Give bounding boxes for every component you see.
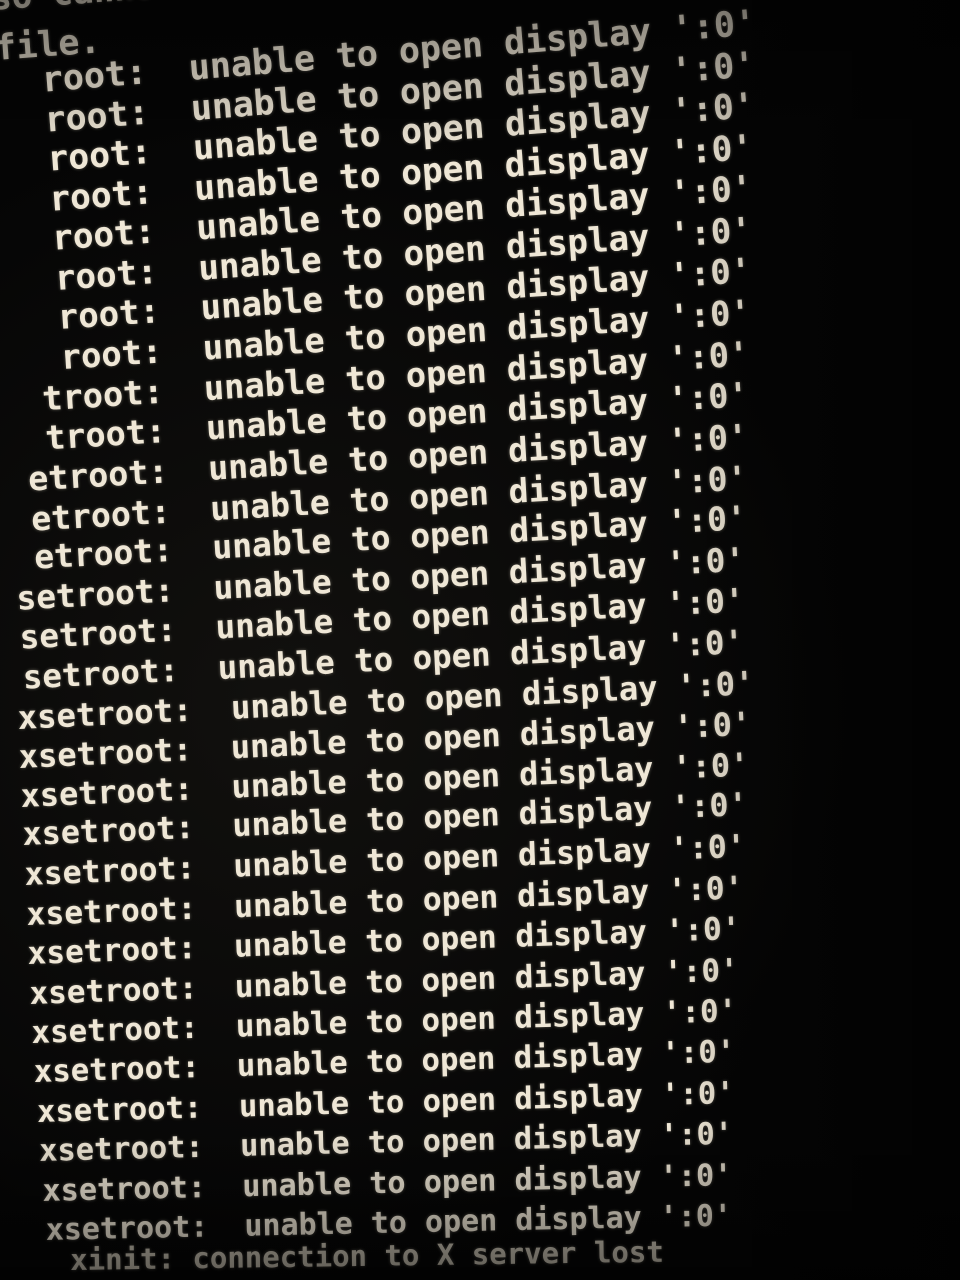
console-error-message: unable to open display ':0' (239, 1116, 734, 1165)
console-program-name: xsetroot: (38, 1130, 205, 1170)
console-program-name: xsetroot: (23, 850, 197, 893)
console-error-message: unable to open display ':0' (241, 1157, 733, 1205)
console-program-name: etroot: (33, 530, 174, 577)
console-program-name: xsetroot: (26, 930, 198, 973)
console-program-name: etroot: (30, 491, 172, 539)
console-program-name: xsetroot: (28, 970, 199, 1012)
console-program-name: setroot: (18, 610, 178, 658)
terminal-console: so cannotfile.root: unable to open displ… (0, 0, 960, 1280)
console-program-name: xsetroot: (16, 690, 194, 737)
console-program-name: xsetroot: (25, 890, 198, 933)
console-program-name: xsetroot: (21, 810, 196, 854)
console-program-name: xsetroot: (30, 1010, 200, 1052)
console-program-name: xsetroot: (36, 1090, 203, 1130)
console-program-name: etroot: (27, 451, 170, 499)
console-program-name: setroot: (21, 650, 180, 697)
console-program-name: troot: (44, 411, 168, 458)
console-program-name: setroot: (15, 571, 176, 618)
console-final-line: xinit: connection to X server lost (69, 1234, 664, 1277)
console-partial-line: so cannot (0, 0, 176, 19)
console-error-message: unable to open display ':0' (238, 1075, 736, 1125)
console-program-name: xsetroot: (17, 730, 194, 777)
console-program-name: xsetroot: (19, 769, 195, 815)
console-program-name: xsetroot: (42, 1169, 207, 1209)
console-error-message: unable to open display ':0' (236, 1034, 736, 1085)
monitor-screen: so cannotfile.root: unable to open displ… (0, 0, 960, 1280)
console-program-name: xsetroot: (33, 1050, 201, 1090)
